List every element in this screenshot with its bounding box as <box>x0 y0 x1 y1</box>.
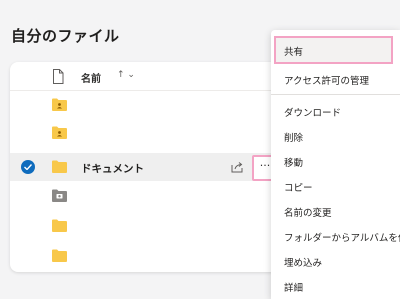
menu-item-label: 共有 <box>284 47 304 58</box>
row-name[interactable]: ドキュメント <box>81 161 144 176</box>
page-title: 自分のファイル <box>11 27 120 45</box>
context-menu: 共有 アクセス許可の管理 ダウンロード 削除 移動 コピー 名前の変更 フォルダ… <box>271 30 400 299</box>
folder-icon <box>52 249 67 262</box>
menu-item-details[interactable]: 詳細 <box>271 273 400 298</box>
menu-item-label: 詳細 <box>284 283 304 294</box>
menu-divider <box>271 94 400 95</box>
menu-item-create-album[interactable]: フォルダーからアルバムを作成 <box>271 223 400 248</box>
menu-item-label: ダウンロード <box>284 108 342 119</box>
table-row[interactable] <box>10 91 310 119</box>
share-icon[interactable] <box>230 160 244 174</box>
file-list-header: 名前 ↑ ⌄ <box>10 62 310 90</box>
menu-item-label: 移動 <box>284 158 304 169</box>
menu-item-move[interactable]: 移動 <box>271 148 400 173</box>
menu-item-label: 埋め込み <box>284 258 323 269</box>
menu-item-label: コピー <box>284 183 313 194</box>
shared-folder-icon <box>52 98 67 111</box>
menu-item-manage-access[interactable]: アクセス許可の管理 <box>271 66 400 91</box>
menu-item-label: 名前の変更 <box>284 208 332 219</box>
menu-item-share[interactable]: 共有 <box>274 36 393 64</box>
table-row[interactable] <box>10 212 310 240</box>
menu-item-label: アクセス許可の管理 <box>284 76 370 87</box>
menu-item-embed[interactable]: 埋め込み <box>271 248 400 273</box>
menu-item-delete[interactable]: 削除 <box>271 123 400 148</box>
folder-icon <box>52 219 67 232</box>
name-column-header[interactable]: 名前 <box>81 70 101 85</box>
table-row[interactable] <box>10 182 310 210</box>
camera-roll-folder-icon <box>52 189 67 202</box>
menu-item-label: 削除 <box>284 133 304 144</box>
table-row-selected[interactable]: ドキュメント ··· <box>10 153 310 181</box>
folder-icon <box>52 160 67 173</box>
selected-check-icon[interactable] <box>21 160 35 174</box>
file-list: 名前 ↑ ⌄ ドキュメント ··· <box>10 62 310 272</box>
sort-ascending-icon[interactable]: ↑ ⌄ <box>117 70 135 80</box>
menu-item-copy[interactable]: コピー <box>271 173 400 198</box>
menu-item-download[interactable]: ダウンロード <box>271 98 400 123</box>
table-row[interactable] <box>10 242 310 270</box>
shared-folder-icon <box>52 126 67 139</box>
file-type-icon[interactable] <box>52 69 64 84</box>
table-row[interactable] <box>10 119 310 147</box>
menu-item-rename[interactable]: 名前の変更 <box>271 198 400 223</box>
menu-item-label: フォルダーからアルバムを作成 <box>284 233 400 244</box>
